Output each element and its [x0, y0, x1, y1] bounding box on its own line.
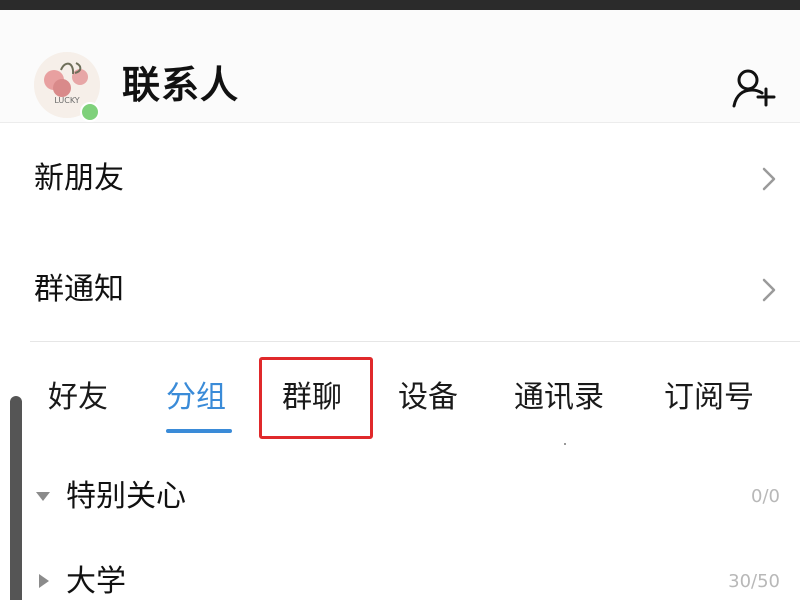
add-contact-icon [732, 69, 776, 108]
active-tab-indicator [166, 429, 232, 433]
tab-friends[interactable]: 好友 [48, 378, 108, 418]
row-new-friends[interactable]: 新朋友 [0, 124, 800, 234]
header: LUCKY 联系人 [0, 10, 800, 123]
contact-tabs: 好友 分组 群聊 设备 通讯录 订阅号 [0, 342, 800, 452]
row-label: 新朋友 [34, 161, 124, 196]
row-group-notifications[interactable]: 群通知 [0, 234, 800, 344]
chevron-right-icon [760, 276, 778, 304]
tab-devices[interactable]: 设备 [398, 378, 458, 418]
page-title: 联系人 [122, 63, 240, 107]
triangle-down-icon [34, 487, 52, 505]
group-label: 特别关心 [66, 479, 186, 514]
group-university[interactable]: 大学 30/50 [0, 540, 800, 600]
highlight-box [259, 357, 373, 439]
tab-groups[interactable]: 分组 [166, 378, 226, 418]
contacts-page: LUCKY 联系人 新朋友 群通知 好友 分组 群聊 设备 通讯录 订阅号 特别… [0, 0, 800, 600]
tab-subscriptions[interactable]: 订阅号 [664, 378, 754, 418]
vertical-scrollbar[interactable] [10, 396, 22, 600]
triangle-right-icon [34, 572, 52, 590]
status-bar [0, 0, 800, 10]
chevron-right-icon [760, 165, 778, 193]
row-label: 群通知 [34, 272, 124, 307]
online-status-dot [80, 102, 100, 122]
group-special-care[interactable]: 特别关心 0/0 [0, 455, 800, 535]
group-label: 大学 [66, 564, 126, 599]
group-count: 30/50 [728, 571, 780, 592]
group-count: 0/0 [751, 486, 780, 507]
tiny-dot [564, 443, 566, 445]
add-contact-button[interactable] [728, 66, 778, 114]
svg-text:LUCKY: LUCKY [54, 96, 79, 105]
tab-address-book[interactable]: 通讯录 [514, 378, 604, 418]
